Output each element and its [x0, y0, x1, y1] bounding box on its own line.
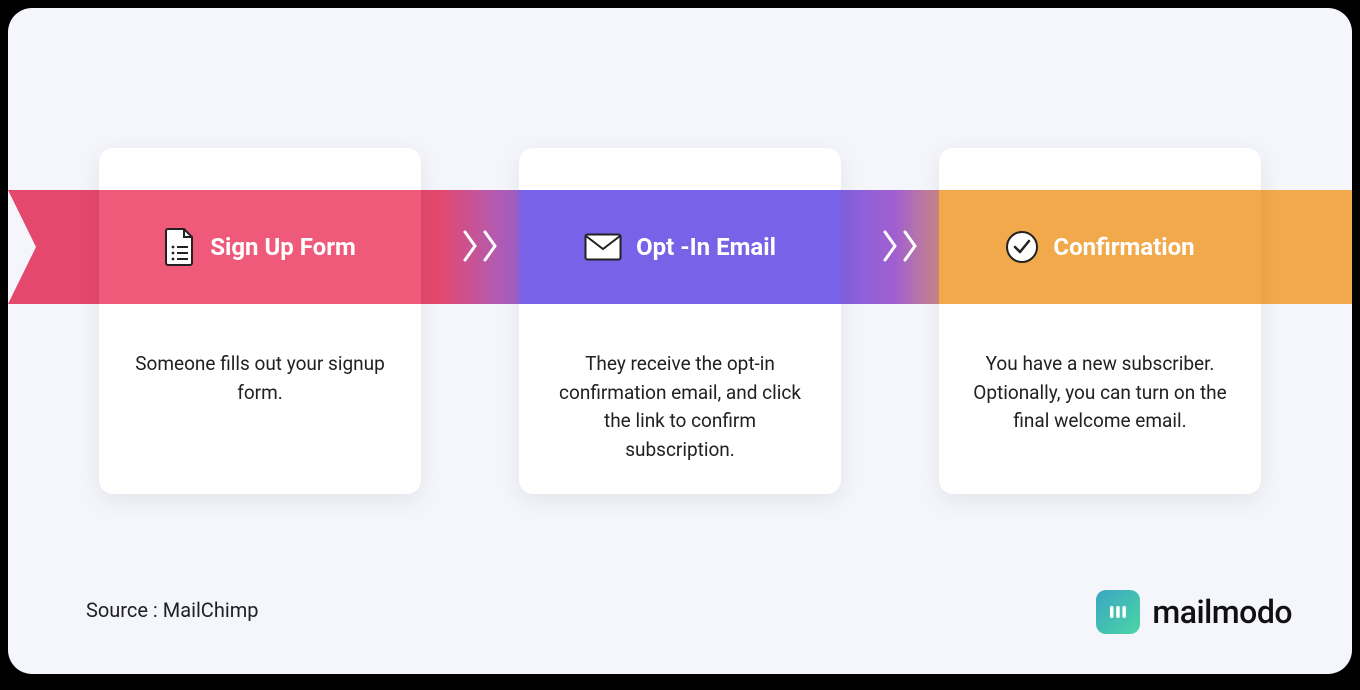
mailmodo-logo-icon [1096, 590, 1140, 634]
flow-arrow-2 [882, 226, 920, 274]
brand: mailmodo [1096, 590, 1292, 634]
step-banner: Opt -In Email [519, 190, 841, 304]
diagram-frame: Sign Up Form Someone fills out your sign… [8, 8, 1352, 674]
envelope-icon [584, 233, 622, 261]
brand-name: mailmodo [1152, 593, 1292, 631]
form-icon [164, 227, 196, 267]
step-card-optin: Opt -In Email They receive the opt-in co… [519, 148, 841, 494]
step-card-signup: Sign Up Form Someone fills out your sign… [99, 148, 421, 494]
steps-row: Sign Up Form Someone fills out your sign… [8, 148, 1352, 494]
step-banner: Confirmation [939, 190, 1261, 304]
flow-arrow-1 [462, 226, 500, 274]
step-body: You have a new subscriber. Optionally, y… [939, 304, 1261, 494]
step-banner: Sign Up Form [99, 190, 421, 304]
step-card-confirmation: Confirmation You have a new subscriber. … [939, 148, 1261, 494]
step-title: Confirmation [1053, 233, 1194, 261]
step-body: They receive the opt-in confirmation ema… [519, 304, 841, 494]
step-title: Opt -In Email [636, 233, 776, 261]
check-circle-icon [1005, 230, 1039, 264]
step-title: Sign Up Form [210, 233, 356, 261]
source-label: Source : MailChimp [86, 598, 258, 622]
step-body: Someone fills out your signup form. [99, 304, 421, 494]
